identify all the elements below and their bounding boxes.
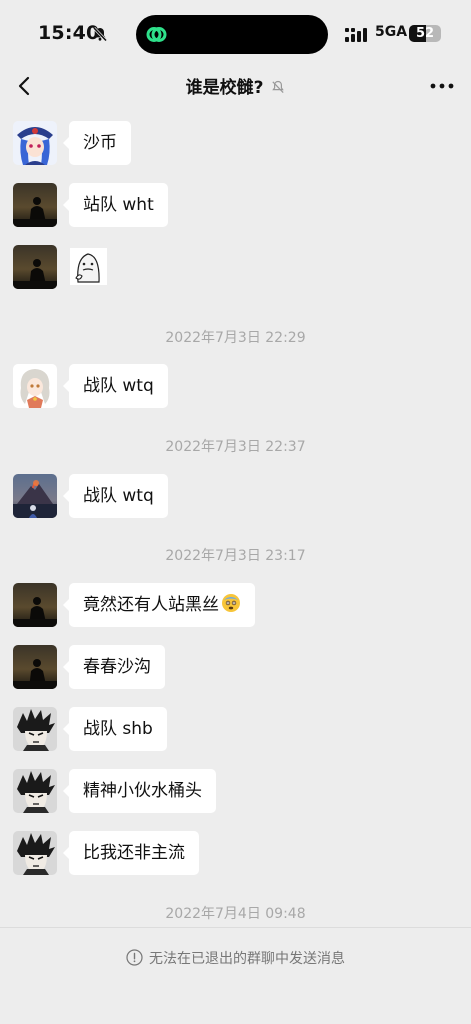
message-bubble[interactable]: 战队 wtq: [63, 474, 168, 518]
battery-indicator: 52: [409, 25, 441, 42]
bottom-bar: 无法在已退出的群聊中发送消息: [0, 927, 471, 1024]
dynamic-island: [136, 15, 328, 54]
sweat-face-emoji: [222, 594, 240, 612]
avatar[interactable]: [13, 707, 57, 751]
bell-slash-icon: [92, 26, 108, 42]
chat-title: 谁是校雠?: [185, 78, 264, 98]
avatar[interactable]: [13, 364, 57, 408]
notice-text: 无法在已退出的群聊中发送消息: [149, 951, 345, 967]
nav-bar: 谁是校雠?: [0, 64, 471, 108]
message-bubble[interactable]: 春春沙沟: [63, 645, 165, 689]
message-bubble[interactable]: 精神小伙水桶头: [63, 769, 216, 813]
battery-level: 52: [415, 26, 435, 41]
message-bubble[interactable]: 战队 shb: [63, 707, 167, 751]
message-bubble[interactable]: 沙币: [63, 121, 131, 165]
message-bubble[interactable]: 战队 wtq: [63, 364, 168, 408]
avatar[interactable]: [13, 645, 57, 689]
avatar[interactable]: [13, 183, 57, 227]
avatar[interactable]: [13, 121, 57, 165]
message-bubble[interactable]: 比我还非主流: [63, 831, 199, 875]
info-circle-icon: [126, 949, 143, 966]
more-dots-icon[interactable]: [428, 74, 456, 98]
message-text: 竟然还有人站黑丝: [83, 595, 219, 615]
status-time: 15:40: [38, 22, 100, 44]
timestamp: 2022年7月3日 22:37: [165, 439, 306, 455]
bell-slash-icon: [272, 80, 285, 94]
signal-icon: [345, 28, 367, 42]
left-group-notice: 无法在已退出的群聊中发送消息: [0, 948, 471, 968]
avatar[interactable]: [13, 769, 57, 813]
chat-history[interactable]: 沙币 站队 wht 2022年7月3日 22:29 战队 wtq 2022年7月…: [0, 108, 471, 928]
timestamp: 2022年7月3日 23:17: [165, 548, 306, 564]
avatar[interactable]: [13, 831, 57, 875]
status-bar: 15:40 5GA 52: [0, 0, 471, 64]
chat-title-wrap: 谁是校雠?: [0, 73, 471, 98]
meme-face-sticker[interactable]: [70, 248, 107, 285]
message-bubble[interactable]: 站队 wht: [63, 183, 168, 227]
avatar[interactable]: [13, 583, 57, 627]
message-bubble[interactable]: 竟然还有人站黑丝: [63, 583, 255, 627]
network-type: 5GA: [375, 24, 408, 40]
app-activity-icon: [146, 27, 167, 42]
avatar[interactable]: [13, 474, 57, 518]
timestamp: 2022年7月3日 22:29: [165, 330, 306, 346]
timestamp: 2022年7月4日 09:48: [165, 906, 306, 922]
avatar[interactable]: [13, 245, 57, 289]
